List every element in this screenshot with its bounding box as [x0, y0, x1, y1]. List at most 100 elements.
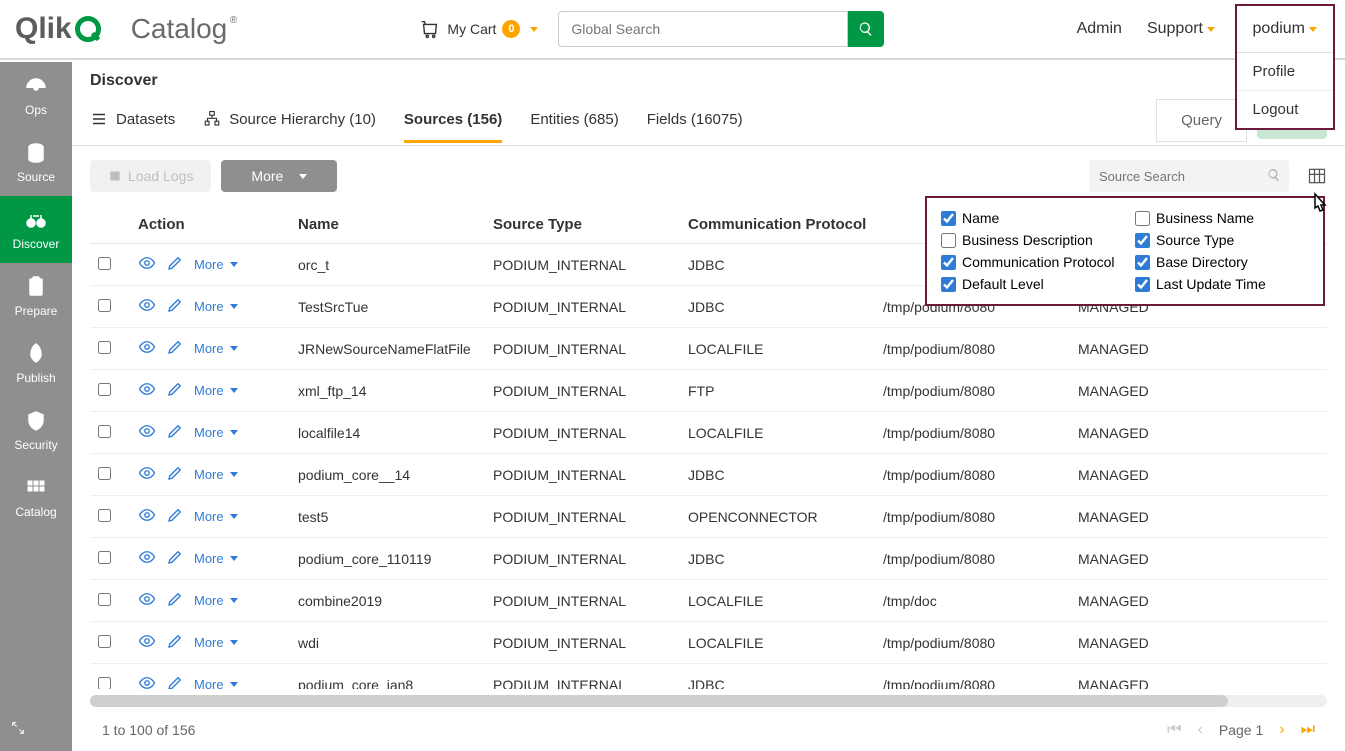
sidebar-label: Ops	[25, 103, 47, 117]
chevron-down-icon	[299, 174, 307, 179]
cell-base-dir: /tmp/podium/8080	[875, 664, 1070, 690]
view-icon[interactable]	[138, 422, 156, 443]
sidebar-item-catalog[interactable]: Catalog	[0, 464, 72, 531]
row-more-link[interactable]: More	[194, 341, 238, 356]
sidebar-item-ops[interactable]: Ops	[0, 62, 72, 129]
row-checkbox[interactable]	[98, 551, 111, 564]
row-checkbox[interactable]	[98, 467, 111, 480]
view-icon[interactable]	[138, 296, 156, 317]
row-more-link[interactable]: More	[194, 593, 238, 608]
edit-icon[interactable]	[166, 380, 184, 401]
edit-icon[interactable]	[166, 674, 184, 689]
col-option-business-name[interactable]: Business Name	[1135, 210, 1309, 226]
support-link[interactable]: Support	[1147, 20, 1215, 38]
row-more-link[interactable]: More	[194, 257, 238, 272]
col-option-last-update-time[interactable]: Last Update Time	[1135, 276, 1309, 292]
row-more-link[interactable]: More	[194, 425, 238, 440]
view-icon[interactable]	[138, 506, 156, 527]
cell-source-type: PODIUM_INTERNAL	[485, 454, 680, 496]
row-checkbox[interactable]	[98, 509, 111, 522]
row-more-link[interactable]: More	[194, 383, 238, 398]
edit-icon[interactable]	[166, 632, 184, 653]
page-next-button[interactable]: ›	[1279, 721, 1284, 739]
page-prev-button[interactable]: ‹	[1198, 721, 1203, 739]
user-menu-toggle[interactable]: podium	[1237, 6, 1333, 52]
user-menu-profile[interactable]: Profile	[1237, 53, 1333, 90]
row-more-link[interactable]: More	[194, 509, 238, 524]
page-last-button[interactable]: ⏭	[1301, 721, 1315, 739]
view-icon[interactable]	[138, 464, 156, 485]
edit-icon[interactable]	[166, 506, 184, 527]
sidebar-item-security[interactable]: Security	[0, 397, 72, 464]
row-more-link[interactable]: More	[194, 635, 238, 650]
user-menu-logout[interactable]: Logout	[1237, 90, 1333, 128]
sidebar-expand-button[interactable]	[0, 710, 72, 751]
tab-datasets[interactable]: Datasets	[90, 98, 175, 143]
th-source-type[interactable]: Source Type	[485, 206, 680, 244]
tab-fields[interactable]: Fields (16075)	[647, 99, 743, 143]
row-checkbox[interactable]	[98, 383, 111, 396]
view-icon[interactable]	[138, 674, 156, 689]
top-header: Qlik Catalog® My Cart 0 Admin Support	[0, 0, 1345, 60]
th-name[interactable]: Name	[290, 206, 485, 244]
cell-level: MANAGED	[1070, 328, 1327, 370]
source-search-input[interactable]	[1089, 160, 1289, 192]
sidebar-item-publish[interactable]: Publish	[0, 330, 72, 397]
admin-link[interactable]: Admin	[1077, 20, 1122, 38]
more-button[interactable]: More	[221, 160, 337, 192]
page-first-button[interactable]: ⏮	[1167, 721, 1181, 739]
tab-source-hierarchy[interactable]: Source Hierarchy (10)	[203, 98, 376, 143]
th-action[interactable]: Action	[130, 206, 290, 244]
view-icon[interactable]	[138, 338, 156, 359]
row-checkbox[interactable]	[98, 341, 111, 354]
row-checkbox[interactable]	[98, 425, 111, 438]
table-row: More podium_core__14 PODIUM_INTERNAL JDB…	[90, 454, 1327, 496]
row-checkbox[interactable]	[98, 635, 111, 648]
horizontal-scrollbar[interactable]	[90, 695, 1327, 707]
cell-protocol: JDBC	[680, 286, 875, 328]
view-icon[interactable]	[138, 548, 156, 569]
row-checkbox[interactable]	[98, 299, 111, 312]
col-option-name[interactable]: Name	[941, 210, 1115, 226]
row-more-link[interactable]: More	[194, 299, 238, 314]
edit-icon[interactable]	[166, 338, 184, 359]
row-checkbox[interactable]	[98, 677, 111, 690]
edit-icon[interactable]	[166, 464, 184, 485]
row-more-link[interactable]: More	[194, 677, 238, 689]
row-checkbox[interactable]	[98, 257, 111, 270]
global-search-input[interactable]	[558, 11, 848, 47]
col-option-business-description[interactable]: Business Description	[941, 232, 1115, 248]
sidebar-item-discover[interactable]: Discover	[0, 196, 72, 263]
row-more-link[interactable]: More	[194, 467, 238, 482]
th-protocol[interactable]: Communication Protocol	[680, 206, 875, 244]
view-icon[interactable]	[138, 632, 156, 653]
col-option-default-level[interactable]: Default Level	[941, 276, 1115, 292]
view-icon[interactable]	[138, 380, 156, 401]
col-option-source-type[interactable]: Source Type	[1135, 232, 1309, 248]
cart-button[interactable]: My Cart 0	[419, 18, 538, 40]
edit-icon[interactable]	[166, 254, 184, 275]
global-search-button[interactable]	[848, 11, 884, 47]
col-option-base-directory[interactable]: Base Directory	[1135, 254, 1309, 270]
sidebar-item-source[interactable]: Source	[0, 129, 72, 196]
edit-icon[interactable]	[166, 296, 184, 317]
cell-base-dir: /tmp/podium/8080	[875, 622, 1070, 664]
cell-name: test5	[290, 496, 485, 538]
tab-entities[interactable]: Entities (685)	[530, 99, 618, 143]
cell-source-type: PODIUM_INTERNAL	[485, 538, 680, 580]
view-icon[interactable]	[138, 254, 156, 275]
edit-icon[interactable]	[166, 548, 184, 569]
search-icon	[1267, 168, 1281, 182]
view-icon[interactable]	[138, 590, 156, 611]
tab-sources[interactable]: Sources (156)	[404, 99, 502, 143]
row-more-link[interactable]: More	[194, 551, 238, 566]
sidebar-item-prepare[interactable]: Prepare	[0, 263, 72, 330]
edit-icon[interactable]	[166, 590, 184, 611]
edit-icon[interactable]	[166, 422, 184, 443]
query-button[interactable]: Query	[1156, 99, 1247, 142]
row-checkbox[interactable]	[98, 593, 111, 606]
col-option-communication-protocol[interactable]: Communication Protocol	[941, 254, 1115, 270]
table-row: More combine2019 PODIUM_INTERNAL LOCALFI…	[90, 580, 1327, 622]
sidebar-label: Discover	[13, 237, 60, 251]
column-config-button[interactable]	[1307, 166, 1327, 186]
